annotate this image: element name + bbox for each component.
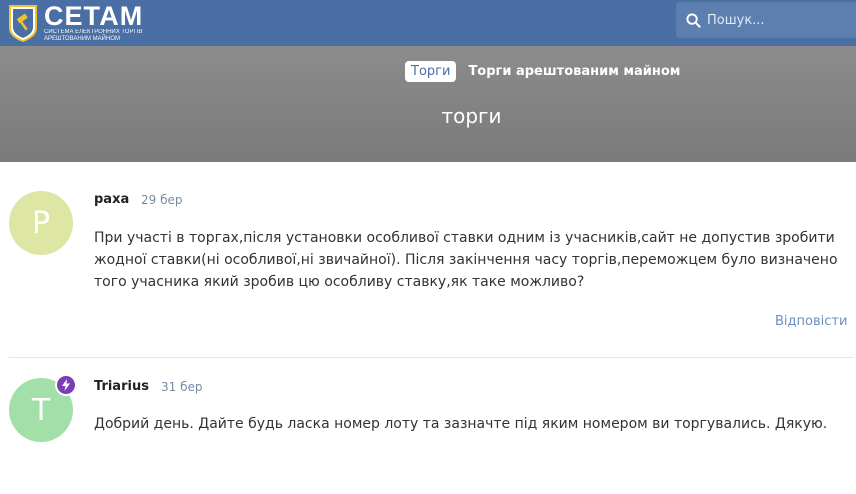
breadcrumb-tag-link[interactable]: Торги: [405, 61, 457, 82]
avatar-letter: P: [31, 205, 51, 241]
lightning-icon: [62, 379, 70, 391]
site-logo[interactable]: СЕТАМ СИСТЕМА ЕЛЕКТРОННИХ ТОРГІВ АРЕШТОВ…: [8, 2, 143, 44]
top-navbar: СЕТАМ СИСТЕМА ЕЛЕКТРОННИХ ТОРГІВ АРЕШТОВ…: [0, 0, 856, 46]
comment-text: Добрий день. Дайте будь ласка номер лоту…: [94, 416, 828, 432]
comment-author[interactable]: раха: [94, 192, 129, 207]
search-input[interactable]: [707, 12, 847, 28]
comment-date[interactable]: 29 бер: [141, 193, 182, 207]
page-title: торги: [441, 104, 502, 128]
reply-button[interactable]: Відповісти: [775, 314, 847, 329]
comment-date[interactable]: 31 бер: [161, 380, 202, 394]
moderator-badge: [55, 374, 77, 396]
comment-author[interactable]: Triarius: [94, 379, 149, 394]
breadcrumb: Торги Торги арештованим майном: [405, 61, 680, 82]
logo-subtitle-line-1: СИСТЕМА ЕЛЕКТРОННИХ ТОРГІВ: [44, 29, 143, 35]
logo-subtitle-line-2: АРЕШТОВАНИМ МАЙНОМ: [44, 36, 120, 42]
comment-divider: [9, 357, 854, 358]
search-icon: [686, 12, 701, 28]
page-header-banner: Торги Торги арештованим майном торги: [0, 46, 856, 162]
comment-text: При участі в торгах,після установки особ…: [94, 230, 838, 290]
avatar-letter: T: [31, 392, 51, 428]
avatar[interactable]: P: [9, 191, 73, 255]
search-box[interactable]: [676, 2, 856, 38]
breadcrumb-title-link[interactable]: Торги арештованим майном: [468, 64, 680, 79]
logo-title: СЕТАМ: [44, 1, 144, 31]
gavel-shield-icon: [9, 5, 37, 42]
